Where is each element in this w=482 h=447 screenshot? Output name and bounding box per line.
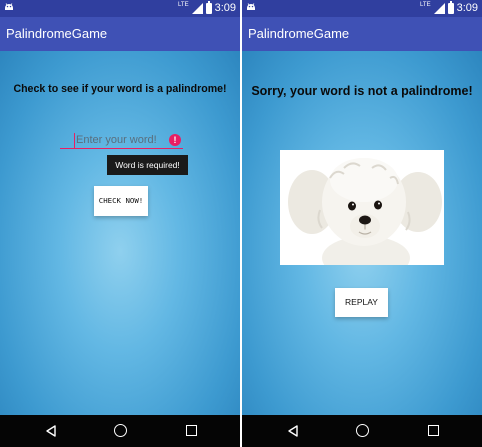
signal-icon [433,2,445,14]
network-label: LTE [178,2,189,8]
puppy-illustration [280,150,444,265]
prompt-text: Check to see if your word is a palindrom… [13,83,227,95]
status-time: 3:09 [214,2,236,14]
nav-recent-icon[interactable] [428,425,439,436]
status-icons: LTE 3:09 [178,0,236,15]
app-bar: PalindromeGame [242,17,482,51]
nav-bar [0,415,240,447]
android-icon [5,3,13,10]
nav-bar [242,415,482,447]
left-phone-screen: LTE 3:09 PalindromeGame Check to see if … [0,0,240,447]
nav-recent-icon[interactable] [186,425,197,436]
status-bar: LTE 3:09 [242,0,482,17]
result-message: Sorry, your word is not a palindrome! [251,84,473,98]
error-tooltip: Word is required! [107,155,188,175]
main-content: Sorry, your word is not a palindrome! RE… [242,51,482,415]
right-phone-screen: LTE 3:09 PalindromeGame Sorry, your word… [242,0,482,447]
nav-home-icon[interactable] [114,424,127,437]
signal-icon [191,2,203,14]
nav-back-icon[interactable] [45,425,57,437]
replay-button[interactable]: REPLAY [335,288,388,317]
battery-icon [447,0,454,14]
nav-home-icon[interactable] [356,424,369,437]
error-icon: ! [169,134,181,146]
check-now-button[interactable]: CHECK NOW! [94,186,148,216]
status-icons: LTE 3:09 [420,0,478,15]
nav-back-icon[interactable] [287,425,299,437]
network-label: LTE [420,2,431,8]
status-time: 3:09 [456,2,478,14]
text-cursor [74,133,75,148]
app-title: PalindromeGame [6,26,108,41]
battery-icon [205,0,212,14]
app-title: PalindromeGame [248,26,350,41]
android-icon [247,3,255,10]
word-input[interactable]: Enter your word! [76,134,157,146]
screenshot-canvas: LTE 3:09 PalindromeGame Check to see if … [0,0,482,447]
result-image [280,150,444,265]
app-bar: PalindromeGame [0,17,240,51]
status-bar: LTE 3:09 [0,0,240,17]
word-input-underline [60,148,183,149]
main-content: Check to see if your word is a palindrom… [0,51,240,415]
